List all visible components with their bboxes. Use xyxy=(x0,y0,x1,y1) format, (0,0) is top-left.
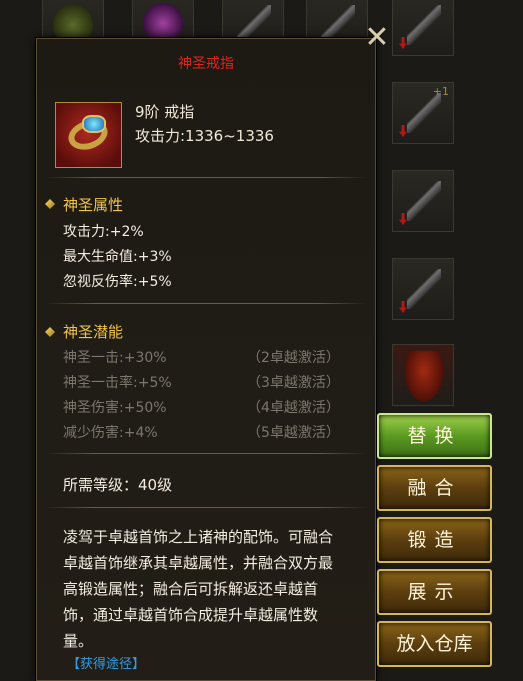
potential-name: 神圣伤害:+50% xyxy=(63,400,167,416)
fuse-button[interactable]: 融合 xyxy=(377,465,492,511)
potential-requirement: （2卓越激活） xyxy=(247,350,340,366)
ring-icon xyxy=(55,102,122,168)
forge-button[interactable]: 锻造 xyxy=(377,517,492,563)
potential-name: 神圣一击率:+5% xyxy=(63,375,172,391)
stat-line: 攻击力:+2% xyxy=(63,224,144,240)
down-arrow-icon xyxy=(399,301,407,313)
down-arrow-icon xyxy=(399,213,407,225)
inventory-slot[interactable] xyxy=(392,0,454,56)
item-tier-type: 9阶 戒指 xyxy=(135,103,195,121)
inventory-slot[interactable] xyxy=(392,170,454,232)
sword-icon xyxy=(407,181,441,221)
sword-icon xyxy=(407,93,441,133)
acquisition-link[interactable]: 【获得途径】 xyxy=(67,653,145,672)
potential-name: 减少伤害:+4% xyxy=(63,425,158,441)
close-icon[interactable]: ✕ xyxy=(362,23,392,54)
inventory-slot[interactable]: +1 xyxy=(392,82,454,144)
item-tooltip-panel: 神圣戒指 9阶 戒指 攻击力:1336~1336 神圣属性 攻击力:+2% 最大… xyxy=(36,38,376,681)
inventory-slot[interactable] xyxy=(392,258,454,320)
item-title: 神圣戒指 xyxy=(178,56,234,72)
potential-name: 神圣一击:+30% xyxy=(63,350,167,366)
stat-line: 最大生命值:+3% xyxy=(63,249,172,265)
sword-icon xyxy=(407,269,441,309)
diamond-icon xyxy=(45,199,55,209)
replace-button[interactable]: 替换 xyxy=(377,413,492,459)
stat-line: 忽视反伤率:+5% xyxy=(63,274,172,290)
divider xyxy=(45,453,367,454)
required-level: 所需等级：40级 xyxy=(63,476,173,494)
potential-requirement: （5卓越激活） xyxy=(247,425,340,441)
diamond-icon xyxy=(45,327,55,337)
potential-requirement: （4卓越激活） xyxy=(247,400,340,416)
section-title-sacred-attributes: 神圣属性 xyxy=(63,196,124,214)
down-arrow-icon xyxy=(399,125,407,137)
potential-requirement: （3卓越激活） xyxy=(247,375,340,391)
divider xyxy=(45,507,367,508)
item-attack: 攻击力:1336~1336 xyxy=(135,127,274,145)
show-button[interactable]: 展示 xyxy=(377,569,492,615)
down-arrow-icon xyxy=(399,37,407,49)
inventory-slot[interactable] xyxy=(392,344,454,406)
sword-icon xyxy=(407,5,441,45)
section-title-sacred-potential: 神圣潜能 xyxy=(63,323,124,341)
divider xyxy=(45,177,367,178)
divider xyxy=(45,303,367,304)
store-in-warehouse-button[interactable]: 放入仓库 xyxy=(377,621,492,667)
item-description: 凌驾于卓越首饰之上诸神的配饰。可融合卓越首饰继承其卓越属性，并融合双方最高锻造属… xyxy=(63,528,334,650)
